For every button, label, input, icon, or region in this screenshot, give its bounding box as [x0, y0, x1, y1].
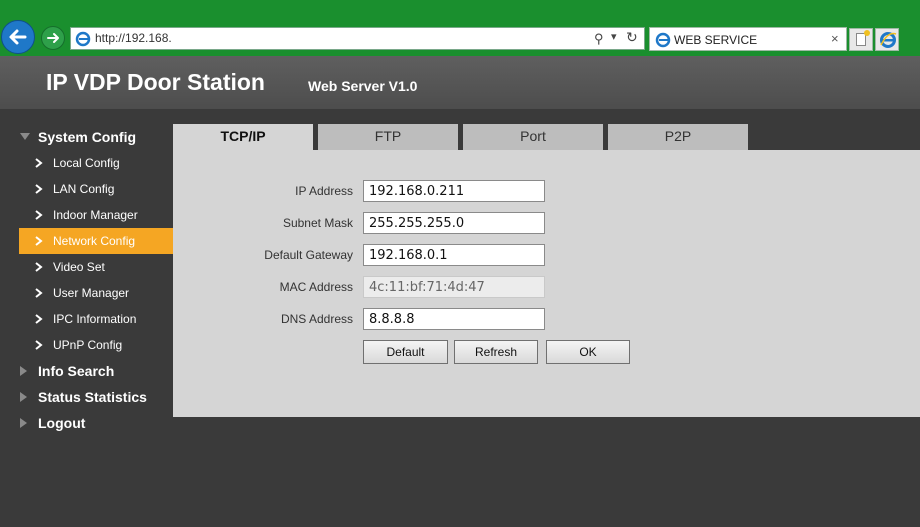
sidebar: System Config Local Config LAN Config In…: [0, 109, 173, 527]
page-subtitle: Web Server V1.0: [308, 78, 418, 94]
sidebar-section-label: Info Search: [38, 363, 115, 379]
tcp-ip-panel: IP Address Subnet Mask Default Gateway M…: [173, 150, 920, 417]
tab-title: WEB SERVICE: [674, 33, 758, 47]
browser-chrome: http://192.168. ⚲ ▾ ↻ WEB SERVICE ×: [0, 0, 920, 56]
triangle-right-icon: [20, 418, 27, 428]
ok-button[interactable]: OK: [546, 340, 630, 364]
sidebar-item-label: Local Config: [53, 156, 120, 170]
chevron-right-icon: [35, 288, 43, 298]
chevron-right-icon: [35, 340, 43, 350]
sidebar-item-label: IPC Information: [53, 312, 137, 326]
ip-address-label: IP Address: [295, 184, 353, 198]
dns-address-label: DNS Address: [280, 312, 353, 326]
sidebar-item-label: Video Set: [53, 260, 105, 274]
sidebar-section-status-statistics[interactable]: Status Statistics: [0, 384, 173, 410]
mac-address-label: MAC Address: [279, 280, 353, 294]
browser-tab[interactable]: WEB SERVICE ×: [649, 27, 847, 51]
refresh-button[interactable]: Refresh: [454, 340, 538, 364]
arrow-right-icon: [47, 33, 59, 43]
tab-ftp[interactable]: FTP: [318, 124, 458, 150]
sidebar-section-info-search[interactable]: Info Search: [0, 358, 173, 384]
sidebar-item-label: Indoor Manager: [53, 208, 138, 222]
chevron-down-icon[interactable]: ▾: [611, 30, 617, 43]
sidebar-item-lan-config[interactable]: LAN Config: [19, 176, 173, 202]
sidebar-item-local-config[interactable]: Local Config: [19, 150, 173, 176]
sidebar-section-logout[interactable]: Logout: [0, 410, 173, 436]
tab-port[interactable]: Port: [463, 124, 603, 150]
mac-address-row: MAC Address: [173, 276, 920, 298]
triangle-right-icon: [20, 366, 27, 376]
ip-address-row: IP Address: [173, 180, 920, 202]
subnet-mask-label: Subnet Mask: [282, 216, 353, 230]
refresh-icon[interactable]: ↻: [626, 29, 638, 46]
default-gateway-row: Default Gateway: [173, 244, 920, 266]
address-text[interactable]: http://192.168.: [95, 31, 172, 45]
chevron-right-icon: [35, 210, 43, 220]
star-icon: [864, 30, 870, 36]
sidebar-section-label: Logout: [38, 415, 86, 431]
sidebar-section-label: Status Statistics: [38, 389, 147, 405]
dns-address-input[interactable]: [363, 308, 545, 330]
sidebar-item-label: Network Config: [53, 234, 136, 248]
arrow-left-icon: [9, 29, 27, 45]
close-icon[interactable]: ×: [831, 31, 839, 46]
page-title: IP VDP Door Station: [46, 69, 265, 95]
tab-tcp-ip[interactable]: TCP/IP: [173, 124, 313, 150]
sidebar-section-system-config[interactable]: System Config: [0, 124, 173, 150]
chevron-right-icon: [35, 158, 43, 168]
sidebar-item-label: User Manager: [53, 286, 130, 300]
subnet-mask-row: Subnet Mask: [173, 212, 920, 234]
new-tab-button[interactable]: [849, 28, 873, 51]
dns-address-row: DNS Address: [173, 308, 920, 330]
page-header: IP VDP Door Station Web Server V1.0: [0, 56, 920, 109]
default-gateway-label: Default Gateway: [264, 248, 353, 262]
chevron-right-icon: [35, 314, 43, 324]
triangle-right-icon: [20, 392, 27, 402]
tab-label: P2P: [664, 128, 692, 144]
tab-label: FTP: [374, 128, 402, 144]
tab-p2p[interactable]: P2P: [608, 124, 748, 150]
sidebar-item-ipc-information[interactable]: IPC Information: [19, 306, 173, 332]
ie-logo-icon: [880, 32, 897, 48]
mac-address-field: [363, 276, 545, 298]
sidebar-item-label: LAN Config: [53, 182, 115, 196]
subnet-mask-input[interactable]: [363, 212, 545, 234]
tab-label: Port: [520, 128, 546, 144]
ip-address-input[interactable]: [363, 180, 545, 202]
address-bar[interactable]: http://192.168. ⚲ ▾ ↻: [70, 27, 645, 50]
sidebar-item-video-set[interactable]: Video Set: [19, 254, 173, 280]
back-button[interactable]: [1, 20, 35, 54]
sidebar-section-label: System Config: [38, 129, 137, 145]
ie-home-button[interactable]: [875, 28, 899, 51]
sidebar-item-label: UPnP Config: [53, 338, 123, 352]
chevron-right-icon: [35, 262, 43, 272]
triangle-down-icon: [20, 133, 30, 140]
search-icon[interactable]: ⚲: [594, 31, 604, 47]
forward-button[interactable]: [41, 26, 65, 50]
tab-label: TCP/IP: [220, 128, 266, 144]
ie-logo-icon: [75, 31, 91, 47]
config-tabs: TCP/IP FTP Port P2P: [173, 124, 920, 150]
sidebar-item-upnp-config[interactable]: UPnP Config: [19, 332, 173, 358]
sidebar-item-indoor-manager[interactable]: Indoor Manager: [19, 202, 173, 228]
sidebar-item-network-config[interactable]: Network Config: [19, 228, 173, 254]
default-gateway-input[interactable]: [363, 244, 545, 266]
default-button[interactable]: Default: [363, 340, 448, 364]
ie-logo-icon: [655, 32, 671, 48]
sidebar-item-user-manager[interactable]: User Manager: [19, 280, 173, 306]
chevron-right-icon: [35, 184, 43, 194]
chevron-right-icon: [35, 236, 43, 246]
